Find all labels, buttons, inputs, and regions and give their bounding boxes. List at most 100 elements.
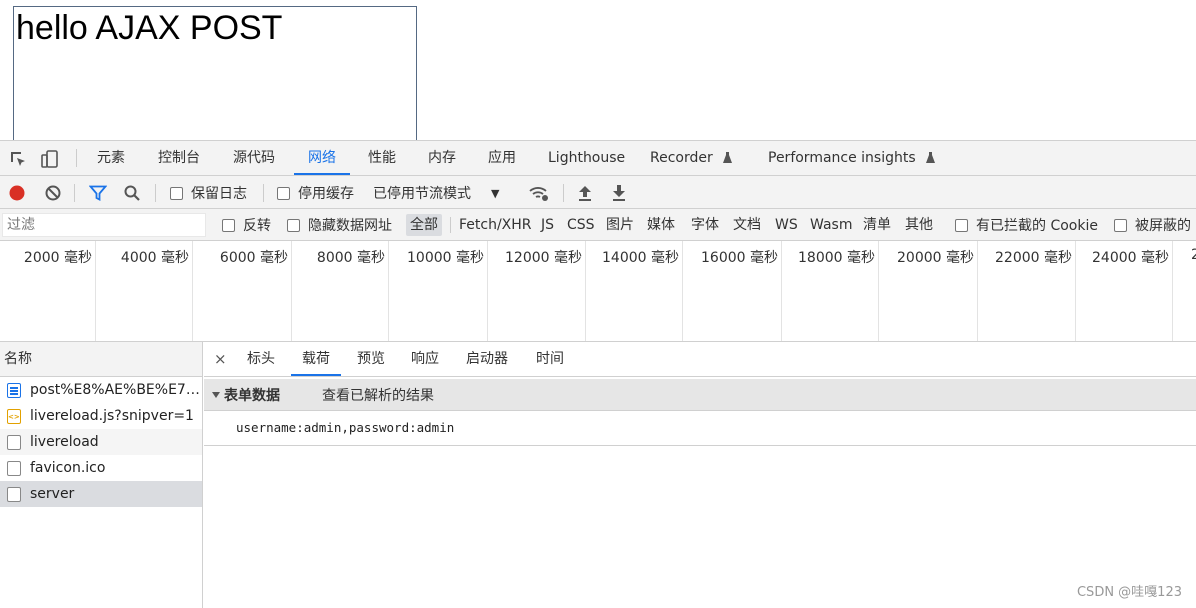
- file-icon: [7, 487, 21, 502]
- tab-lighthouse[interactable]: Lighthouse: [548, 141, 625, 175]
- request-row-selected[interactable]: server: [0, 481, 202, 507]
- filter-icon[interactable]: [89, 184, 107, 202]
- timeline-tick-label: 8000 毫秒: [316, 250, 385, 266]
- toolbar-separator: [155, 184, 156, 202]
- filter-input[interactable]: 过滤: [2, 213, 206, 237]
- timeline-tick: 16000 毫秒: [683, 241, 782, 341]
- type-filter-all[interactable]: 全部: [406, 214, 442, 236]
- tab-response[interactable]: 响应: [411, 342, 439, 376]
- tab-preview[interactable]: 预览: [357, 342, 385, 376]
- timeline-tick: 6000 毫秒: [193, 241, 292, 341]
- preserve-log-label: 保留日志: [191, 186, 247, 202]
- timeline-tick-label: 12000 毫秒: [505, 250, 582, 266]
- type-filter-media[interactable]: 媒体: [643, 214, 679, 236]
- timeline-tick: 20000 毫秒: [879, 241, 978, 341]
- view-parsed-link[interactable]: 查看已解析的结果: [322, 385, 434, 405]
- import-har-icon[interactable]: [577, 184, 593, 202]
- type-filter-fetch-xhr[interactable]: Fetch/XHR: [455, 214, 536, 236]
- tab-payload[interactable]: 载荷: [291, 342, 341, 376]
- timeline-tick-label: 6000 毫秒: [219, 250, 288, 266]
- request-row[interactable]: livereload: [0, 429, 202, 455]
- timeline-tick-label: 20000 毫秒: [897, 250, 974, 266]
- timeline-tick: 2000 毫秒: [0, 241, 96, 341]
- throttling-value: 已停用节流模式: [373, 186, 471, 202]
- experiment-flask-icon: [723, 152, 733, 163]
- type-filter-other[interactable]: 其他: [901, 214, 937, 236]
- hide-data-urls-checkbox[interactable]: 隐藏数据网址: [287, 215, 392, 235]
- type-filter-css[interactable]: CSS: [563, 214, 599, 236]
- triangle-down-icon: [212, 392, 220, 398]
- checkbox-box[interactable]: [1114, 218, 1127, 232]
- disable-cache-checkbox[interactable]: 停用缓存: [277, 183, 354, 203]
- tab-initiator[interactable]: 启动器: [466, 342, 508, 376]
- tab-sources[interactable]: 源代码: [233, 141, 275, 175]
- tab-console[interactable]: 控制台: [158, 141, 200, 175]
- checkbox-box[interactable]: [955, 218, 968, 232]
- tab-performance[interactable]: 性能: [368, 141, 396, 175]
- invert-label: 反转: [243, 218, 271, 234]
- tab-performance-insights[interactable]: Performance insights: [768, 141, 936, 175]
- name-column-header[interactable]: 名称: [0, 342, 202, 377]
- type-filter-wasm[interactable]: Wasm: [806, 214, 856, 236]
- watermark: CSDN @哇嘎123: [1076, 585, 1182, 600]
- form-data-section-header[interactable]: 表单数据 查看已解析的结果: [204, 379, 1196, 411]
- preserve-log-checkbox[interactable]: 保留日志: [170, 183, 247, 203]
- record-icon[interactable]: [8, 184, 26, 202]
- form-data-title: 表单数据: [224, 388, 280, 404]
- type-filter-doc[interactable]: 文档: [729, 214, 765, 236]
- request-row[interactable]: livereload.js?snipver=1: [0, 403, 202, 429]
- timeline-tick: 12000 毫秒: [488, 241, 586, 341]
- search-icon[interactable]: [123, 184, 141, 202]
- file-icon: [7, 435, 21, 450]
- network-filter-bar: 过滤 反转 隐藏数据网址 全部 Fetch/XHR JS CSS 图片 媒体 字…: [0, 209, 1196, 241]
- form-data-row: username:admin,password:admin: [204, 412, 1196, 446]
- blocked-cookies-label: 有已拦截的 Cookie: [976, 218, 1098, 234]
- timeline-tick-label: 4000 毫秒: [120, 250, 189, 266]
- type-filter-js[interactable]: JS: [537, 214, 558, 236]
- timeline-tick-label: 16000 毫秒: [701, 250, 778, 266]
- tab-application[interactable]: 应用: [488, 141, 516, 175]
- type-filter-img[interactable]: 图片: [602, 214, 638, 236]
- close-icon[interactable]: ×: [214, 350, 227, 368]
- device-toolbar-icon[interactable]: [40, 149, 60, 169]
- request-detail-panel: × 标头 载荷 预览 响应 启动器 时间 表单数据 查看已解析的结果 usern…: [204, 342, 1196, 608]
- timeline-tick-label: 10000 毫秒: [407, 250, 484, 266]
- checkbox-box[interactable]: [287, 218, 300, 232]
- checkbox-box[interactable]: [222, 218, 235, 232]
- network-conditions-icon[interactable]: [528, 184, 550, 202]
- blocked-requests-label: 被屏蔽的: [1135, 218, 1191, 234]
- type-filter-ws[interactable]: WS: [771, 214, 802, 236]
- blocked-cookies-checkbox[interactable]: 有已拦截的 Cookie: [955, 215, 1098, 235]
- timeline-tick: 2: [1173, 241, 1196, 341]
- tab-headers[interactable]: 标头: [247, 342, 275, 376]
- tab-memory[interactable]: 内存: [428, 141, 456, 175]
- file-icon: [7, 461, 21, 476]
- blocked-requests-checkbox[interactable]: 被屏蔽的: [1114, 215, 1191, 235]
- tab-network[interactable]: 网络: [294, 141, 350, 175]
- tab-elements[interactable]: 元素: [97, 141, 125, 175]
- tab-performance-insights-label: Performance insights: [768, 150, 916, 166]
- tab-recorder[interactable]: Recorder: [650, 141, 733, 175]
- network-timeline-overview[interactable]: 2000 毫秒 4000 毫秒 6000 毫秒 8000 毫秒 10000 毫秒…: [0, 241, 1196, 342]
- filter-separator: [450, 217, 451, 233]
- timeline-tick-label: 2000 毫秒: [23, 250, 92, 266]
- export-har-icon[interactable]: [611, 184, 627, 202]
- request-row[interactable]: post%E8%AE%BE%E7%...: [0, 377, 202, 403]
- inspect-element-icon[interactable]: [8, 149, 28, 169]
- throttling-select[interactable]: 已停用节流模式 ▼: [373, 183, 499, 203]
- timeline-tick-label: 2: [1191, 247, 1196, 263]
- checkbox-box[interactable]: [170, 186, 183, 200]
- detail-tabbar: × 标头 载荷 预览 响应 启动器 时间: [204, 342, 1196, 377]
- timeline-tick-label: 24000 毫秒: [1092, 250, 1169, 266]
- invert-checkbox[interactable]: 反转: [222, 215, 271, 235]
- result-box: hello AJAX POST: [13, 6, 417, 146]
- request-row[interactable]: favicon.ico: [0, 455, 202, 481]
- tab-recorder-label: Recorder: [650, 150, 713, 166]
- type-filter-font[interactable]: 字体: [687, 214, 723, 236]
- request-list: 名称 post%E8%AE%BE%E7%... livereload.js?sn…: [0, 342, 203, 608]
- checkbox-box[interactable]: [277, 186, 290, 200]
- toolbar-separator: [263, 184, 264, 202]
- clear-icon[interactable]: [44, 184, 62, 202]
- type-filter-manifest[interactable]: 清单: [859, 214, 895, 236]
- tab-timing[interactable]: 时间: [536, 342, 564, 376]
